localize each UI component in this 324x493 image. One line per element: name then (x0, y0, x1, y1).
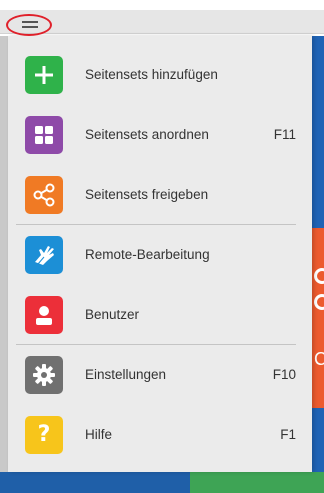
wave-decoration (314, 294, 324, 310)
menu-item-arrange-page-sets[interactable]: Seitensets anordnen F11 (8, 106, 312, 164)
window-top-strip (0, 0, 324, 10)
menu-item-label: Seitensets anordnen (85, 127, 209, 142)
menu-item-add-page-sets[interactable]: Seitensets hinzufügen (8, 46, 312, 104)
menu-item-settings[interactable]: Einstellungen F10 (8, 346, 312, 404)
menu-item-label: Remote-Bearbeitung (85, 247, 210, 262)
hamburger-icon (22, 21, 38, 23)
menu-item-help[interactable]: ? Hilfe F1 (8, 406, 312, 464)
help-icon: ? (25, 416, 63, 454)
menu-divider (16, 224, 296, 225)
menu-item-shortcut: F1 (280, 427, 296, 442)
user-icon (25, 296, 63, 334)
menu-item-share-page-sets[interactable]: Seitensets freigeben (8, 166, 312, 224)
app-left-edge (0, 36, 8, 472)
app-background-tile: C (312, 228, 324, 408)
plus-icon (25, 56, 63, 94)
menu-item-users[interactable]: Benutzer (8, 286, 312, 344)
menu-item-shortcut: F10 (272, 367, 296, 382)
background-glyph: C (314, 349, 324, 369)
navigation-drawer: Seitensets hinzufügen Seitensets anordne… (8, 36, 312, 472)
menu-item-shortcut: F11 (273, 127, 296, 142)
menu-item-label: Seitensets hinzufügen (85, 67, 218, 82)
menu-divider (16, 344, 296, 345)
wave-decoration (314, 268, 324, 284)
menu-item-remote-editing[interactable]: Remote-Bearbeitung (8, 226, 312, 284)
menu-item-label: Seitensets freigeben (85, 187, 209, 202)
gear-icon (25, 356, 63, 394)
menu-item-label: Einstellungen (85, 367, 167, 382)
grid-icon (25, 116, 63, 154)
menu-item-label: Benutzer (85, 307, 140, 322)
menu-item-label: Hilfe (85, 427, 113, 442)
hamburger-icon-line (22, 26, 38, 28)
hand-icon (25, 236, 63, 274)
share-icon (25, 176, 63, 214)
app-bottom-bar-accent (190, 472, 324, 493)
app-bottom-bar (0, 472, 190, 493)
menu-toggle-button[interactable] (9, 16, 51, 38)
